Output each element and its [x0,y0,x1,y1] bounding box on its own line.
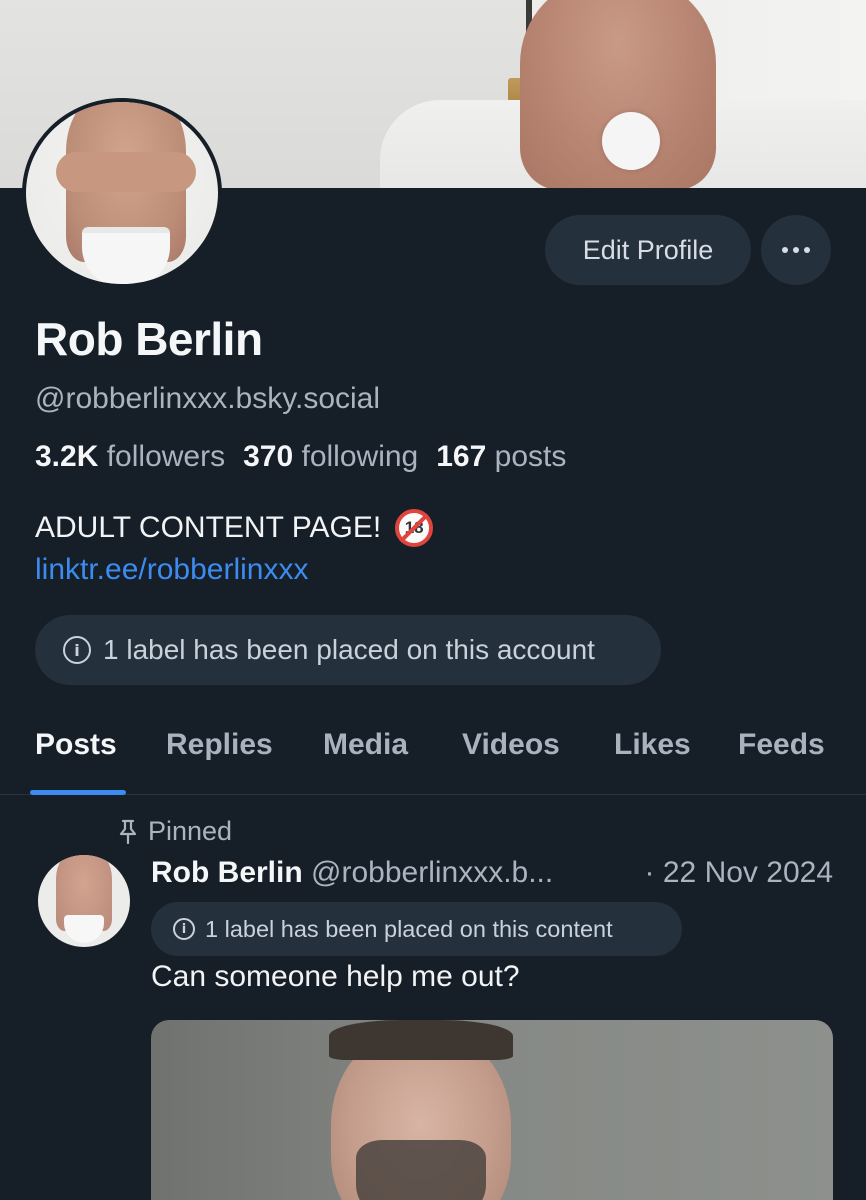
profile-handle: @robberlinxxx.bsky.social [35,382,381,415]
content-label-text: 1 label has been placed on this content [205,915,613,942]
content-label-notice[interactable]: i 1 label has been placed on this conten… [151,902,682,956]
post-avatar-underwear [64,915,104,943]
info-icon: i [63,636,91,664]
following-stat[interactable]: 370 following [243,440,418,473]
tab-likes[interactable]: Likes [614,728,691,762]
followers-label: followers [106,440,226,473]
post-author-name[interactable]: Rob Berlin [151,856,303,889]
posts-count: 167 [436,440,487,473]
no-under-18-number: 18 [404,518,424,537]
profile-avatar[interactable] [22,98,222,288]
tab-videos[interactable]: Videos [462,728,560,762]
post-header: Rob Berlin @robberlinxxx.b... · 22 Nov 2… [151,856,841,890]
account-label-notice[interactable]: i 1 label has been placed on this accoun… [35,615,661,685]
following-label: following [301,440,419,473]
more-dots-icon [782,247,788,253]
post-image-hair [329,1020,513,1060]
followers-count: 3.2K [35,440,99,473]
no-under-18-icon: 18 [395,509,434,547]
profile-tabs: Posts Replies Media Videos Likes Feeds [0,700,866,795]
post-image-beard [356,1140,486,1200]
avatar-arms [56,152,196,192]
profile-link[interactable]: linktr.ee/robberlinxxx [35,553,308,587]
post-text: Can someone help me out? [151,960,520,993]
account-label-text: 1 label has been placed on this account [103,634,595,665]
avatar-underwear [82,227,170,284]
post-author-handle[interactable]: @robberlinxxx.b... [311,856,553,889]
tab-posts[interactable]: Posts [35,728,117,762]
posts-label: posts [494,440,567,473]
post-date[interactable]: · 22 Nov 2024 [645,856,833,890]
tab-replies[interactable]: Replies [166,728,273,762]
followers-stat[interactable]: 3.2K followers [35,440,225,473]
banner-censor-circle [602,112,660,170]
pinned-label: Pinned [148,816,233,846]
edit-profile-button[interactable]: Edit Profile [545,215,751,285]
tab-feeds[interactable]: Feeds [738,728,825,762]
following-count: 370 [243,440,294,473]
active-tab-indicator [30,790,126,795]
more-dot [804,247,810,253]
tab-media[interactable]: Media [323,728,408,762]
more-options-button[interactable] [761,215,831,285]
info-icon: i [173,918,195,940]
more-dot [793,247,799,253]
bio-text: ADULT CONTENT PAGE! [35,511,382,544]
pin-icon [118,818,138,846]
display-name: Rob Berlin [35,313,263,365]
posts-stat: 167 posts [436,440,566,473]
profile-bio: ADULT CONTENT PAGE! 18 [35,509,434,547]
post-author-avatar[interactable] [38,855,130,947]
profile-stats: 3.2K followers 370 following 167 posts [35,440,566,474]
post-image[interactable] [151,1020,833,1200]
pinned-indicator: Pinned [118,816,232,847]
